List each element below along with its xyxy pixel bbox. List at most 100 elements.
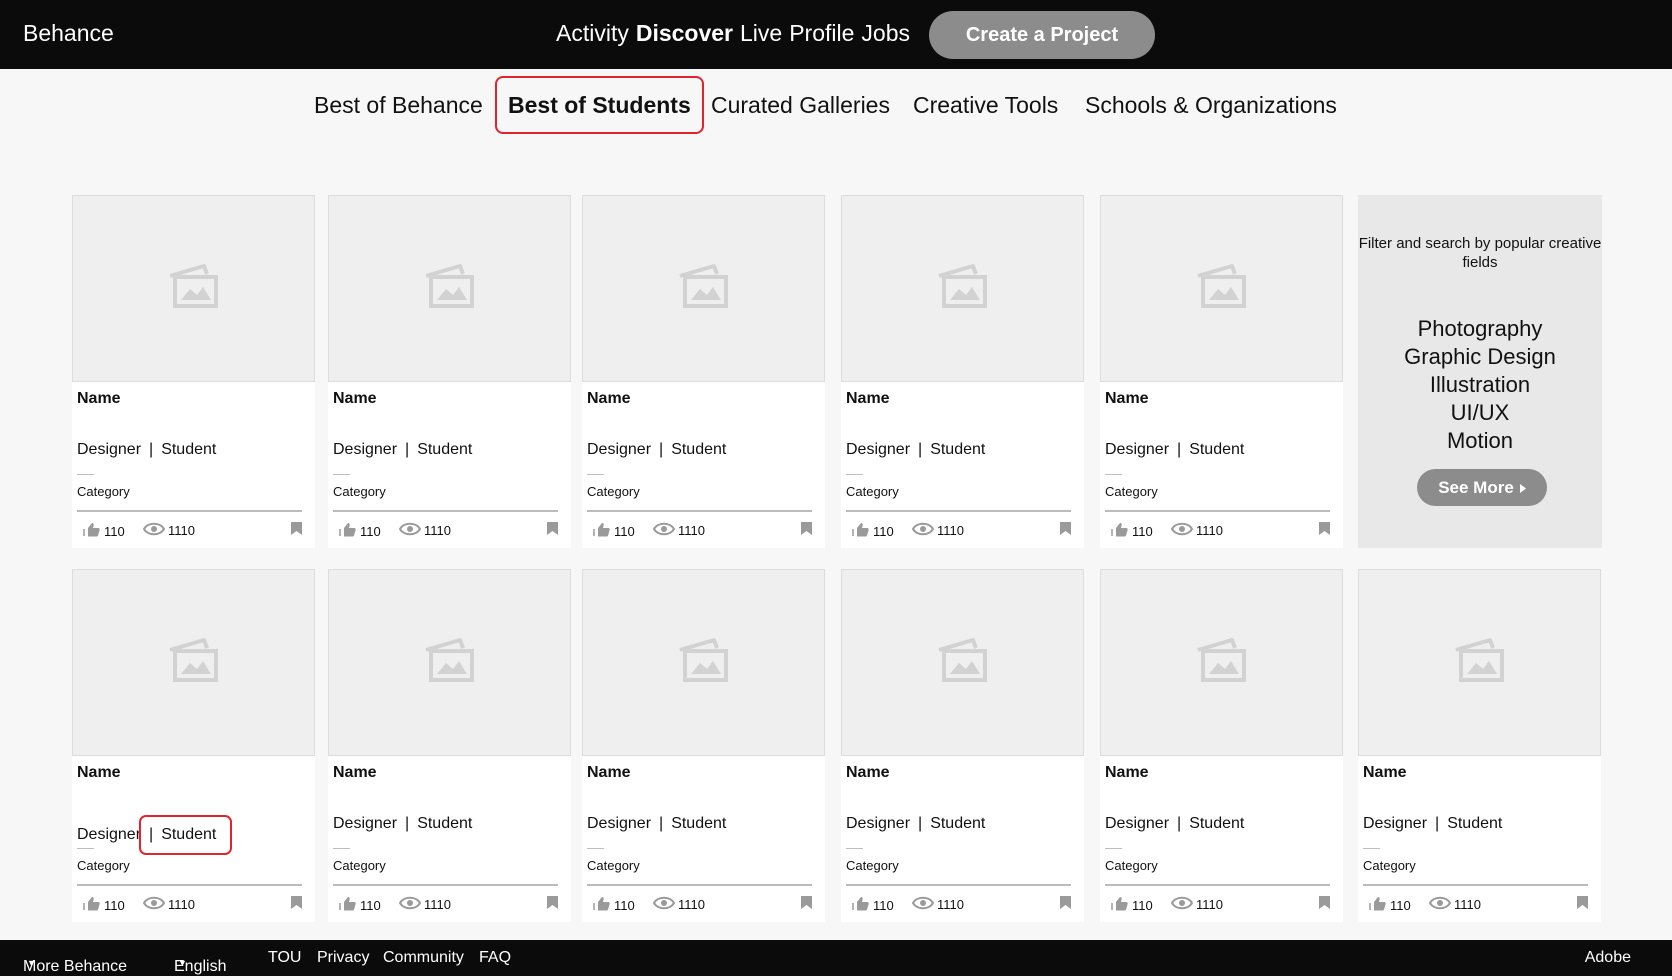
bookmark-icon[interactable] [1577, 896, 1588, 909]
project-card[interactable]: Name Designer | Student Category 110 111… [841, 195, 1084, 548]
nav-jobs[interactable]: Jobs [861, 20, 910, 47]
category-label[interactable]: Category [846, 858, 899, 873]
project-name[interactable]: Name [77, 390, 121, 408]
designer-label[interactable]: Designer [333, 441, 397, 459]
views-stat[interactable]: 1110 [1170, 896, 1223, 913]
tab-best-of-behance[interactable]: Best of Behance [314, 92, 483, 119]
brand-logo[interactable]: Behance [23, 20, 114, 47]
nav-live[interactable]: Live [740, 20, 782, 47]
student-label[interactable]: Student [671, 441, 726, 459]
student-label[interactable]: Student [1189, 441, 1244, 459]
student-label[interactable]: Student [1447, 815, 1502, 833]
project-thumbnail[interactable] [328, 195, 571, 382]
designer-label[interactable]: Designer [77, 441, 141, 459]
project-card[interactable]: Name Designer | Student Category 110 111… [72, 195, 315, 548]
views-stat[interactable]: 1110 [398, 896, 451, 913]
likes-stat[interactable]: 110 [852, 896, 894, 914]
student-label[interactable]: Student [671, 815, 726, 833]
bookmark-icon[interactable] [291, 522, 302, 535]
category-label[interactable]: Category [77, 858, 130, 873]
field-ui-ux[interactable]: UI/UX [1358, 399, 1602, 427]
footer-tou[interactable]: TOU [268, 949, 301, 967]
category-label[interactable]: Category [587, 484, 640, 499]
project-name[interactable]: Name [1105, 764, 1149, 782]
bookmark-icon[interactable] [1319, 896, 1330, 909]
views-stat[interactable]: 1110 [911, 896, 964, 913]
tab-best-of-students[interactable]: Best of Students [495, 76, 704, 134]
designer-label[interactable]: Designer [1105, 441, 1169, 459]
project-card[interactable]: Name Designer | Student Category 110 111… [1100, 195, 1343, 548]
project-thumbnail[interactable] [328, 569, 571, 756]
likes-stat[interactable]: 110 [852, 522, 894, 540]
category-label[interactable]: Category [1105, 858, 1158, 873]
bookmark-icon[interactable] [801, 896, 812, 909]
designer-label[interactable]: Designer [77, 826, 141, 844]
likes-stat[interactable]: 110 [83, 896, 125, 914]
project-name[interactable]: Name [1105, 390, 1149, 408]
designer-label[interactable]: Designer [846, 441, 910, 459]
student-label[interactable]: Student [161, 441, 216, 459]
category-label[interactable]: Category [333, 484, 386, 499]
views-stat[interactable]: 1110 [1170, 522, 1223, 539]
category-label[interactable]: Category [587, 858, 640, 873]
project-card[interactable]: Name Designer | Student Category 110 111… [582, 195, 825, 548]
field-photography[interactable]: Photography [1358, 315, 1602, 343]
project-thumbnail[interactable] [1100, 195, 1343, 382]
likes-stat[interactable]: 110 [593, 896, 635, 914]
bookmark-icon[interactable] [1060, 896, 1071, 909]
project-name[interactable]: Name [846, 390, 890, 408]
footer-adobe[interactable]: Adobe [1585, 949, 1631, 967]
bookmark-icon[interactable] [801, 522, 812, 535]
nav-activity[interactable]: Activity [556, 20, 629, 47]
create-project-button[interactable]: Create a Project [929, 11, 1155, 59]
views-stat[interactable]: 1110 [398, 522, 451, 539]
project-name[interactable]: Name [333, 390, 377, 408]
category-label[interactable]: Category [1105, 484, 1158, 499]
likes-stat[interactable]: 110 [1369, 896, 1411, 914]
project-card[interactable]: Name Designer | Student Category 110 111… [328, 195, 571, 548]
views-stat[interactable]: 1110 [1428, 896, 1481, 913]
project-card[interactable]: Name Designer | Student Category 110 111… [72, 569, 315, 922]
field-graphic-design[interactable]: Graphic Design [1358, 343, 1602, 371]
student-label[interactable]: Student [1189, 815, 1244, 833]
project-card[interactable]: Name Designer | Student Category 110 111… [582, 569, 825, 922]
views-stat[interactable]: 1110 [142, 896, 195, 913]
student-label[interactable]: Student [417, 441, 472, 459]
likes-stat[interactable]: 110 [339, 896, 381, 914]
project-card[interactable]: Name Designer | Student Category 110 111… [328, 569, 571, 922]
project-thumbnail[interactable] [582, 569, 825, 756]
bookmark-icon[interactable] [1060, 522, 1071, 535]
nav-profile[interactable]: Profile [789, 20, 854, 47]
bookmark-icon[interactable] [547, 896, 558, 909]
designer-label[interactable]: Designer [333, 815, 397, 833]
likes-stat[interactable]: 110 [339, 522, 381, 540]
category-label[interactable]: Category [846, 484, 899, 499]
views-stat[interactable]: 1110 [911, 522, 964, 539]
nav-discover[interactable]: Discover [636, 20, 733, 47]
project-name[interactable]: Name [587, 390, 631, 408]
project-name[interactable]: Name [333, 764, 377, 782]
designer-label[interactable]: Designer [587, 441, 651, 459]
views-stat[interactable]: 1110 [652, 522, 705, 539]
project-card[interactable]: Name Designer | Student Category 110 111… [1358, 569, 1601, 922]
likes-stat[interactable]: 110 [83, 522, 125, 540]
project-name[interactable]: Name [846, 764, 890, 782]
see-more-button[interactable]: See More [1417, 469, 1547, 506]
project-thumbnail[interactable] [72, 195, 315, 382]
likes-stat[interactable]: 110 [1111, 896, 1153, 914]
student-label[interactable]: Student [930, 441, 985, 459]
student-label[interactable]: Student [161, 826, 216, 843]
project-name[interactable]: Name [587, 764, 631, 782]
project-thumbnail[interactable] [841, 195, 1084, 382]
project-thumbnail[interactable] [1358, 569, 1601, 756]
project-thumbnail[interactable] [1100, 569, 1343, 756]
student-label[interactable]: Student [417, 815, 472, 833]
footer-privacy[interactable]: Privacy [317, 949, 369, 967]
likes-stat[interactable]: 110 [1111, 522, 1153, 540]
project-card[interactable]: Name Designer | Student Category 110 111… [841, 569, 1084, 922]
tab-curated-galleries[interactable]: Curated Galleries [711, 92, 890, 119]
project-name[interactable]: Name [1363, 764, 1407, 782]
views-stat[interactable]: 1110 [142, 522, 195, 539]
field-illustration[interactable]: Illustration [1358, 371, 1602, 399]
designer-label[interactable]: Designer [846, 815, 910, 833]
